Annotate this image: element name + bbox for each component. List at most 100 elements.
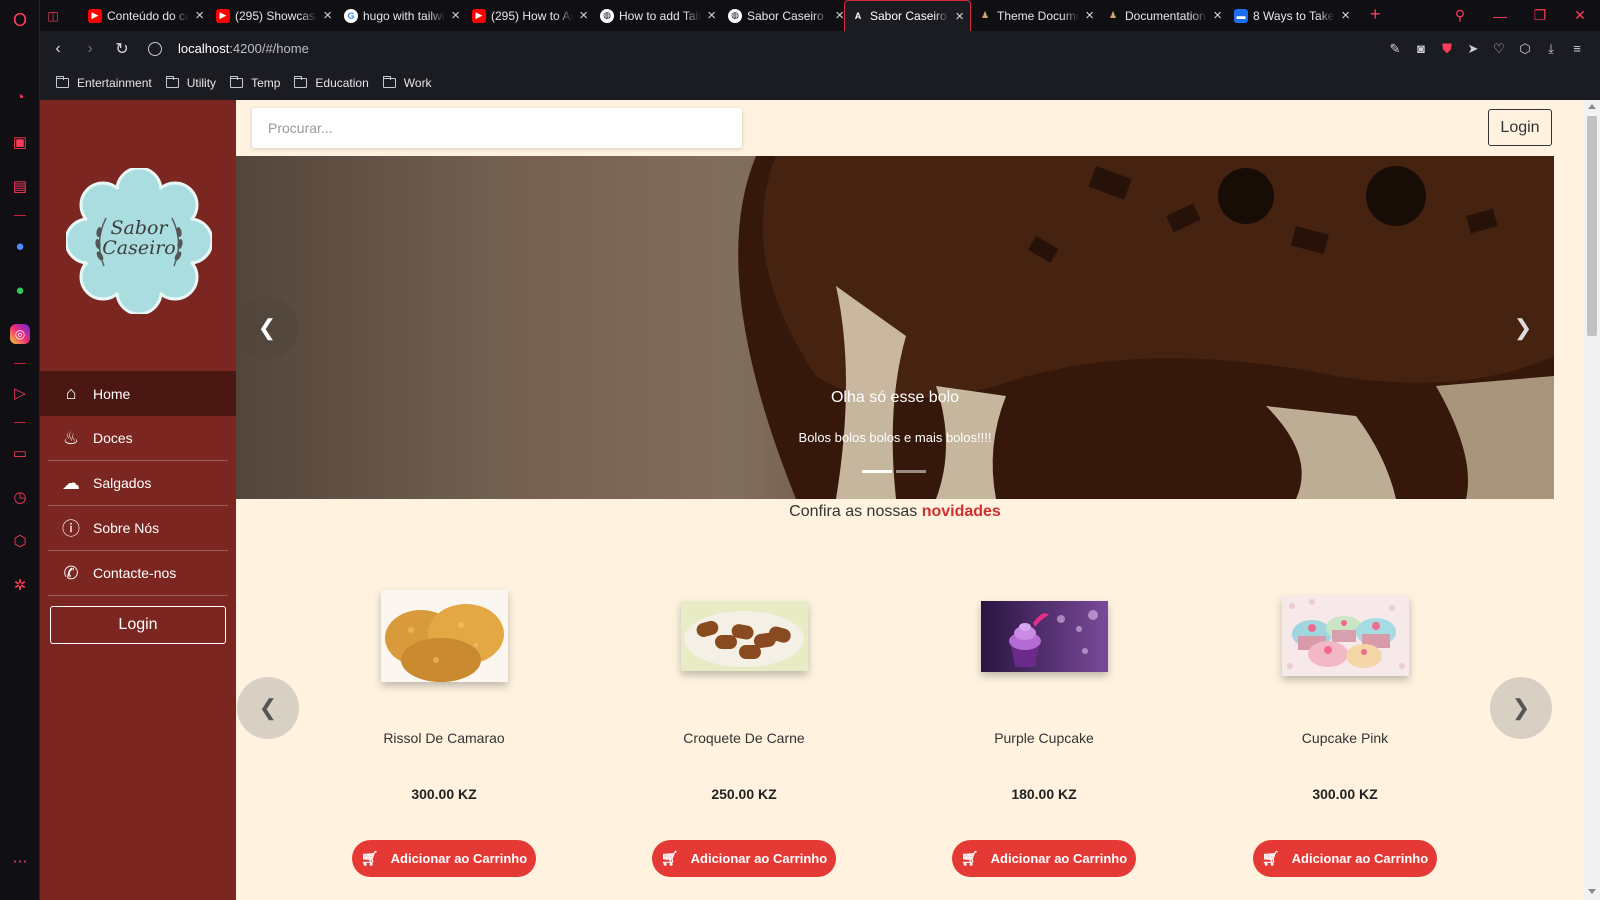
web-page: Sabor Caseiro ⌂ Home ♨ Doces ☁ Salgados … — [40, 100, 1600, 900]
nav-label: Home — [93, 385, 131, 402]
close-icon[interactable]: × — [707, 7, 716, 24]
forward-icon[interactable]: › — [74, 40, 106, 58]
close-icon[interactable]: × — [835, 7, 844, 24]
more-icon[interactable]: ⋯ — [9, 850, 31, 872]
cube-icon[interactable]: ⬡ — [1512, 41, 1538, 57]
messenger-icon[interactable]: ● — [9, 235, 31, 257]
browser-tab[interactable]: ▬ 8 Ways to Take × — [1228, 0, 1356, 31]
close-window-icon[interactable]: ✕ — [1560, 7, 1600, 24]
bookmark-folder[interactable]: Work — [382, 76, 432, 90]
url-field[interactable]: localhost:4200/#/home — [148, 41, 309, 56]
bookmark-folder[interactable]: Utility — [165, 76, 216, 90]
tab-title: (295) How to Add — [491, 8, 573, 23]
bookmark-folder[interactable]: Temp — [230, 76, 280, 90]
section-heading-text: Confira as nossas — [789, 503, 922, 520]
briefcase-icon[interactable]: ▣ — [9, 131, 31, 153]
nav-item-home[interactable]: ⌂ Home — [40, 371, 236, 416]
reload-icon[interactable]: ↻ — [106, 39, 138, 59]
browser-tab[interactable]: ▶ Conteúdo do canal × — [82, 0, 210, 31]
bookmark-folder[interactable]: Education — [294, 76, 369, 90]
player-icon[interactable]: ▷ — [9, 382, 31, 404]
whatsapp-icon[interactable]: ● — [9, 279, 31, 301]
add-to-cart-button[interactable]: 🛒︎ Adicionar ao Carrinho — [952, 840, 1136, 877]
hero-prev-button[interactable]: ❮ — [236, 297, 298, 359]
instagram-icon[interactable]: ◎ — [10, 324, 30, 344]
product-card: Croquete De Carne 250.00 KZ 🛒︎ Adicionar … — [649, 580, 839, 877]
browser-tab[interactable]: ♟ Theme Documentation × — [972, 0, 1100, 31]
adblock-shield-icon[interactable]: ⛊ — [1434, 41, 1460, 57]
edit-icon[interactable]: ✎ — [1382, 41, 1408, 57]
product-price: 250.00 KZ — [711, 786, 777, 802]
browser-tab[interactable]: ♟ Documentation × — [1100, 0, 1228, 31]
settings-icon[interactable]: ✲ — [9, 574, 31, 596]
nav-item-contacte-nos[interactable]: ✆ Contacte-nos — [48, 551, 228, 596]
opera-logo-icon[interactable]: O — [9, 9, 31, 31]
browser-tab[interactable]: ▶ (295) Showcase × — [210, 0, 338, 31]
twitch-icon[interactable]: ▤ — [9, 175, 31, 197]
purple-cupcake-image-icon — [980, 601, 1108, 672]
menu-icon[interactable]: ≡ — [1564, 41, 1590, 56]
close-icon[interactable]: × — [451, 7, 460, 24]
site-info-icon[interactable] — [148, 41, 162, 56]
search-tabs-icon[interactable]: ⚲ — [1440, 7, 1480, 24]
add-to-cart-button[interactable]: 🛒︎ Adicionar ao Carrinho — [352, 840, 536, 877]
history-icon[interactable]: ◷ — [9, 486, 31, 508]
chevron-left-icon: ❮ — [258, 695, 278, 720]
speed-dial-icon[interactable]: ◔ — [9, 86, 31, 108]
add-to-cart-button[interactable]: 🛒︎ Adicionar ao Carrinho — [652, 840, 836, 877]
new-tab-icon[interactable]: + — [1370, 4, 1381, 25]
download-icon[interactable]: ⤓ — [1538, 41, 1564, 57]
camera-icon[interactable]: ◙ — [1408, 41, 1434, 56]
folder-icon — [165, 76, 179, 88]
folder-icon — [294, 76, 308, 88]
logo[interactable]: Sabor Caseiro — [64, 166, 214, 316]
browser-tab[interactable]: ▶ (295) How to Add × — [466, 0, 594, 31]
doc-icon: ♟ — [1108, 10, 1118, 20]
browser-tab[interactable]: G hugo with tailwind × — [338, 0, 466, 31]
add-to-cart-button[interactable]: 🛒︎ Adicionar ao Carrinho — [1253, 840, 1437, 877]
browser-tab[interactable]: ◍ Sabor Caseiro × — [722, 0, 850, 31]
close-icon[interactable]: × — [579, 7, 588, 24]
indicator-active[interactable] — [862, 470, 892, 473]
tabs-icon[interactable]: ▭ — [9, 442, 31, 464]
scroll-thumb[interactable] — [1587, 116, 1597, 336]
product-image[interactable] — [380, 590, 508, 682]
close-icon[interactable]: × — [323, 7, 332, 24]
products-next-button[interactable]: ❯ — [1490, 677, 1552, 739]
close-icon[interactable]: × — [195, 7, 204, 24]
tab-title: Sabor Caseiro — [870, 9, 947, 23]
close-icon[interactable]: × — [1085, 7, 1094, 24]
heart-icon[interactable]: ♡ — [1486, 41, 1512, 57]
close-icon[interactable]: × — [955, 8, 964, 25]
scroll-down-icon[interactable] — [1588, 889, 1596, 894]
scroll-up-icon[interactable] — [1588, 104, 1596, 109]
close-icon[interactable]: × — [1213, 7, 1222, 24]
product-image[interactable] — [1281, 596, 1409, 676]
nav-item-doces[interactable]: ♨ Doces — [48, 416, 228, 461]
hero-next-button[interactable]: ❯ — [1492, 297, 1554, 359]
extensions-icon[interactable]: ⬡ — [9, 530, 31, 552]
page-scrollbar[interactable] — [1584, 100, 1600, 900]
bookmark-label: Work — [403, 76, 432, 90]
product-image[interactable] — [680, 601, 808, 671]
bookmark-folder[interactable]: Entertainment — [56, 76, 152, 90]
products-prev-button[interactable]: ❮ — [237, 677, 299, 739]
restore-icon[interactable]: ❐ — [1520, 7, 1560, 24]
browser-tab[interactable]: ◍ How to add Tailwind × — [594, 0, 722, 31]
close-icon[interactable]: × — [1341, 7, 1350, 24]
folder-icon — [230, 76, 244, 88]
youtube-icon: ▶ — [88, 8, 102, 23]
nav-item-sobre-nos[interactable]: ⓘ Sobre Nós — [48, 506, 228, 551]
add-to-cart-label: Adicionar ao Carrinho — [1291, 851, 1429, 866]
top-login-button[interactable]: Login — [1488, 109, 1552, 146]
product-image[interactable] — [980, 601, 1108, 672]
nav-item-salgados[interactable]: ☁ Salgados — [48, 461, 228, 506]
add-to-cart-label: Adicionar ao Carrinho — [390, 851, 528, 866]
indicator[interactable] — [896, 470, 926, 473]
back-icon[interactable]: ‹ — [42, 40, 74, 58]
search-input[interactable] — [252, 108, 742, 148]
sidebar-login-button[interactable]: Login — [50, 606, 226, 644]
browser-tab-active[interactable]: A Sabor Caseiro × — [844, 0, 971, 31]
minimize-icon[interactable]: — — [1480, 8, 1520, 24]
send-icon[interactable]: ➤ — [1460, 41, 1486, 57]
